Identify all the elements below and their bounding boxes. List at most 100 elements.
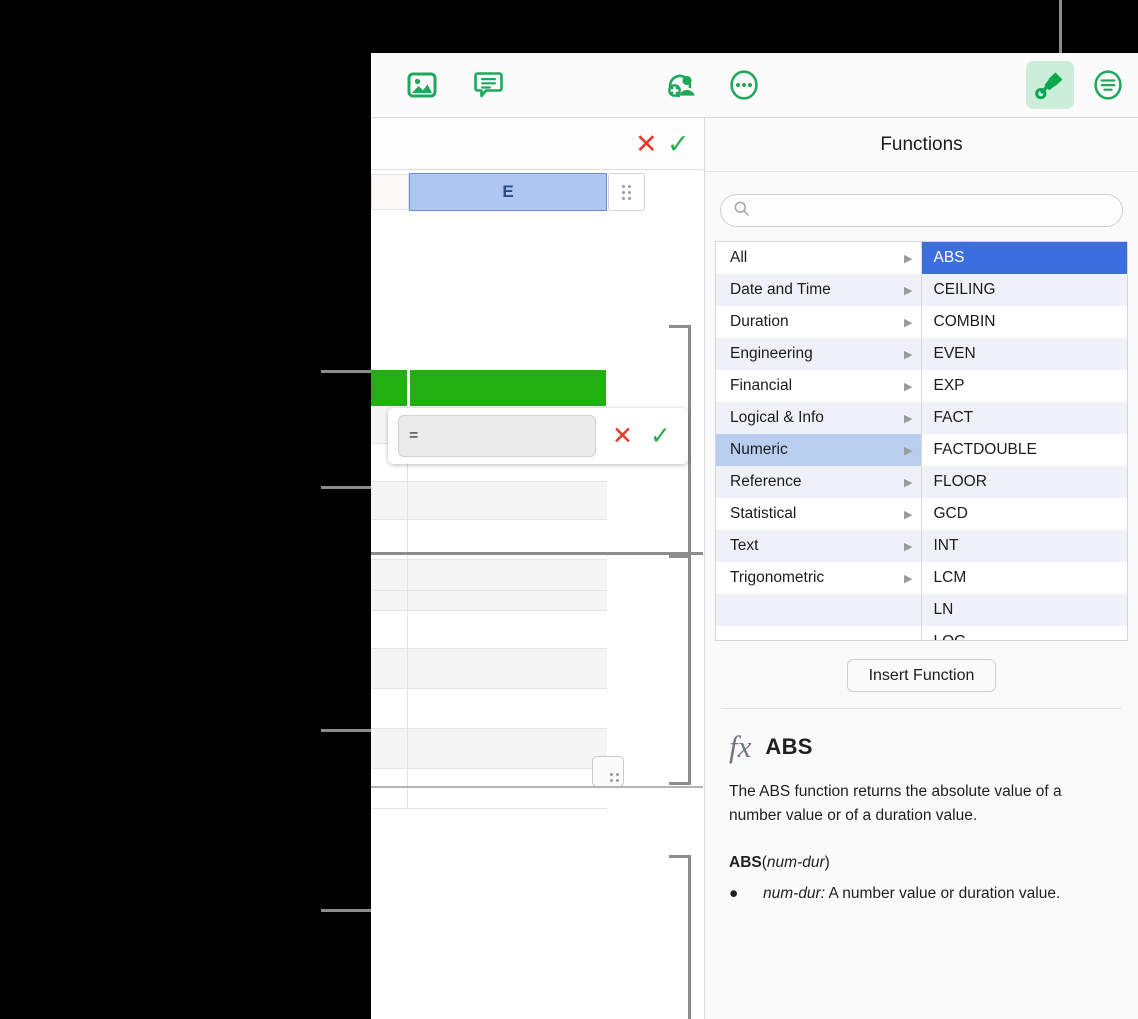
sheet-section-divider — [371, 552, 703, 555]
more-icon — [730, 70, 758, 100]
formula-accept-icon[interactable]: ✓ — [667, 131, 690, 158]
search-input[interactable] — [758, 202, 1088, 219]
function-item-gcd[interactable]: GCD — [922, 498, 1128, 530]
function-item-abs[interactable]: ABS — [921, 242, 1127, 274]
chevron-right-icon: ▶ — [904, 444, 913, 457]
category-list[interactable]: All ▶ Date and Time ▶ Duration ▶ Engineering ▶ F… — [716, 242, 922, 640]
function-item-lcm[interactable]: LCM — [922, 562, 1128, 594]
green-header-band — [371, 370, 607, 406]
row-header[interactable] — [371, 689, 408, 728]
column-grip-handle[interactable] — [608, 173, 645, 211]
category-label: All — [730, 249, 748, 266]
category-item-engineering[interactable]: Engineering ▶ — [716, 338, 921, 370]
green-cell-body[interactable] — [410, 370, 606, 406]
category-item-duration[interactable]: Duration ▶ — [716, 306, 921, 338]
media-button[interactable] — [398, 61, 446, 109]
category-item-logical-info[interactable]: Logical & Info ▶ — [716, 402, 921, 434]
syntax-close-paren: ) — [824, 854, 830, 872]
category-item-numeric[interactable]: Numeric ▶ — [716, 434, 921, 466]
table-row[interactable] — [371, 649, 607, 689]
formula-popup-cancel-icon[interactable]: ✕ — [612, 423, 633, 449]
formula-input[interactable]: = — [398, 415, 596, 457]
chevron-right-icon: ▶ — [904, 476, 913, 489]
search-row — [705, 172, 1138, 241]
formula-popup-accept-icon[interactable]: ✓ — [650, 423, 671, 449]
collaborate-button[interactable] — [659, 61, 707, 109]
row-header[interactable] — [371, 649, 408, 688]
row-header-corner — [371, 174, 409, 210]
format-button[interactable] — [1026, 61, 1074, 109]
chevron-right-icon: ▶ — [904, 348, 913, 361]
table-row[interactable] — [371, 769, 607, 809]
description-syntax: ABS(num-dur) — [729, 854, 1118, 872]
function-item-fact[interactable]: FACT — [921, 402, 1127, 434]
chevron-right-icon: ▶ — [904, 572, 913, 585]
category-item-reference[interactable]: Reference ▶ — [716, 466, 921, 498]
category-item-trigonometric[interactable]: Trigonometric ▶ — [716, 562, 921, 594]
category-item-date-and-time[interactable]: Date and Time ▶ — [716, 274, 921, 306]
function-item-log[interactable]: LOG — [922, 626, 1128, 640]
function-item-exp[interactable]: EXP — [922, 370, 1128, 402]
category-filler-row — [716, 594, 921, 626]
more-button[interactable] — [720, 61, 768, 109]
function-item-even[interactable]: EVEN — [921, 338, 1127, 370]
category-label: Statistical — [730, 505, 797, 522]
category-item-all[interactable]: All ▶ — [716, 242, 921, 274]
category-label: Date and Time — [730, 281, 831, 298]
table-resize-handle[interactable] — [592, 756, 624, 787]
function-name-list[interactable]: ABS CEILING COMBIN EVEN EXP FACT FACTDOUBLE FLO… — [921, 242, 1128, 640]
function-item-floor[interactable]: FLOOR — [921, 466, 1127, 498]
syntax-name: ABS — [729, 854, 762, 872]
table-row[interactable] — [371, 482, 607, 520]
comment-button[interactable] — [464, 61, 512, 109]
organize-icon — [1094, 70, 1122, 100]
function-description: fx ABS The ABS function returns the abso… — [705, 709, 1138, 906]
row-header[interactable] — [371, 769, 408, 808]
argument-description: A number value or duration value. — [825, 885, 1061, 903]
function-item-int[interactable]: INT — [921, 530, 1127, 562]
row-header[interactable] — [371, 591, 408, 610]
table-row[interactable] — [371, 689, 607, 729]
table-row[interactable] — [371, 729, 607, 769]
green-cell-rowheader[interactable] — [371, 370, 407, 406]
formula-cancel-icon[interactable]: ✕ — [635, 131, 658, 158]
function-item-ceiling[interactable]: CEILING — [921, 274, 1127, 306]
callout-line-format-button — [1059, 0, 1062, 55]
function-item-combin[interactable]: COMBIN — [922, 306, 1128, 338]
sheet-grid — [371, 406, 607, 809]
category-label: Text — [730, 537, 759, 554]
organize-button[interactable] — [1084, 61, 1132, 109]
formula-editor-popup: = ✕ ✓ — [388, 408, 688, 464]
function-item-ln[interactable]: LN — [921, 594, 1127, 626]
table-row[interactable] — [371, 591, 607, 611]
column-header-e[interactable]: E — [409, 173, 607, 211]
function-item-factdouble[interactable]: FACTDOUBLE — [922, 434, 1128, 466]
category-label: Logical & Info — [730, 409, 824, 426]
table-row[interactable] — [371, 560, 607, 591]
search-field[interactable] — [720, 194, 1123, 227]
row-header[interactable] — [371, 729, 408, 768]
collaborate-icon — [667, 71, 699, 99]
row-header[interactable] — [371, 482, 408, 519]
description-body: The ABS function returns the absolute va… — [729, 783, 1062, 825]
row-header[interactable] — [371, 560, 408, 590]
category-item-financial[interactable]: Financial ▶ — [716, 370, 921, 402]
category-label: Duration — [730, 313, 789, 330]
category-item-text[interactable]: Text ▶ — [716, 530, 921, 562]
chevron-right-icon: ▶ — [904, 540, 913, 553]
category-label: Numeric — [730, 441, 788, 458]
insert-function-button[interactable]: Insert Function — [846, 659, 997, 692]
window-body: ✕ ✓ E = ✕ ✓ Functions All ▶ Date and Tim… — [371, 118, 1138, 1019]
row-header[interactable] — [371, 611, 408, 648]
category-item-statistical[interactable]: Statistical ▶ — [716, 498, 921, 530]
table-row[interactable] — [371, 611, 607, 649]
sheet-bottom-rule — [371, 786, 703, 788]
chevron-right-icon: ▶ — [904, 316, 913, 329]
fx-icon: fx — [729, 729, 752, 764]
category-label: Engineering — [730, 345, 813, 362]
description-header: fx ABS — [729, 731, 1118, 762]
functions-panel: Functions All ▶ Date and Time ▶ Duration — [704, 118, 1138, 1019]
sheet-pane: ✕ ✓ E = ✕ ✓ — [371, 118, 703, 1019]
grip-dots-icon — [622, 184, 631, 200]
function-browser: All ▶ Date and Time ▶ Duration ▶ Engineering ▶ F… — [715, 241, 1128, 641]
